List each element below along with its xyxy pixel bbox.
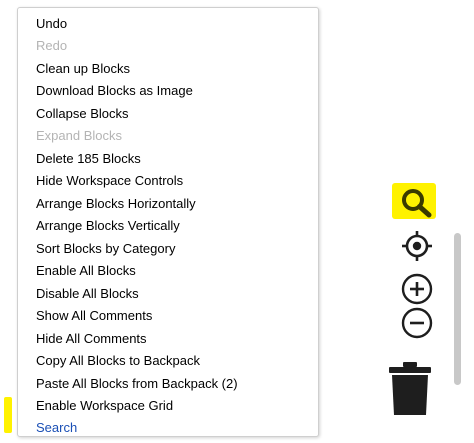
menu-item-arrange-vertically[interactable]: Arrange Blocks Vertically	[36, 216, 180, 236]
menu-item-paste-from-backpack[interactable]: Paste All Blocks from Backpack (2)	[36, 374, 238, 394]
menu-item-collapse-blocks[interactable]: Collapse Blocks	[36, 104, 129, 124]
menu-item-clean-up-blocks[interactable]: Clean up Blocks	[36, 59, 130, 79]
target-icon[interactable]	[401, 230, 433, 262]
menu-item-download-blocks-as-image[interactable]: Download Blocks as Image	[36, 81, 193, 101]
menu-item-hide-workspace-controls[interactable]: Hide Workspace Controls	[36, 171, 183, 191]
menu-item-expand-blocks: Expand Blocks	[36, 128, 122, 143]
workspace-scrollbar[interactable]	[454, 233, 461, 385]
workspace-context-menu: Undo Redo Clean up Blocks Download Block…	[17, 7, 319, 437]
menu-item-enable-all-blocks[interactable]: Enable All Blocks	[36, 261, 136, 281]
menu-item-sort-by-category[interactable]: Sort Blocks by Category	[36, 239, 175, 259]
menu-item-redo: Redo	[36, 38, 68, 53]
zoom-in-icon[interactable]	[401, 273, 433, 305]
highlighter-mark	[4, 397, 12, 433]
menu-item-arrange-horizontally[interactable]: Arrange Blocks Horizontally	[36, 194, 196, 214]
menu-item-hide-all-comments[interactable]: Hide All Comments	[36, 329, 147, 349]
menu-item-search[interactable]: Search	[36, 418, 77, 438]
menu-item-undo[interactable]: Undo	[36, 14, 67, 34]
trash-icon[interactable]	[388, 361, 432, 417]
zoom-out-icon[interactable]	[401, 307, 433, 339]
search-icon[interactable]	[398, 186, 436, 218]
menu-item-disable-all-blocks[interactable]: Disable All Blocks	[36, 284, 139, 304]
menu-item-delete-blocks[interactable]: Delete 185 Blocks	[36, 149, 141, 169]
menu-item-enable-workspace-grid[interactable]: Enable Workspace Grid	[36, 396, 173, 416]
menu-item-copy-to-backpack[interactable]: Copy All Blocks to Backpack	[36, 351, 200, 371]
menu-item-show-all-comments[interactable]: Show All Comments	[36, 306, 152, 326]
